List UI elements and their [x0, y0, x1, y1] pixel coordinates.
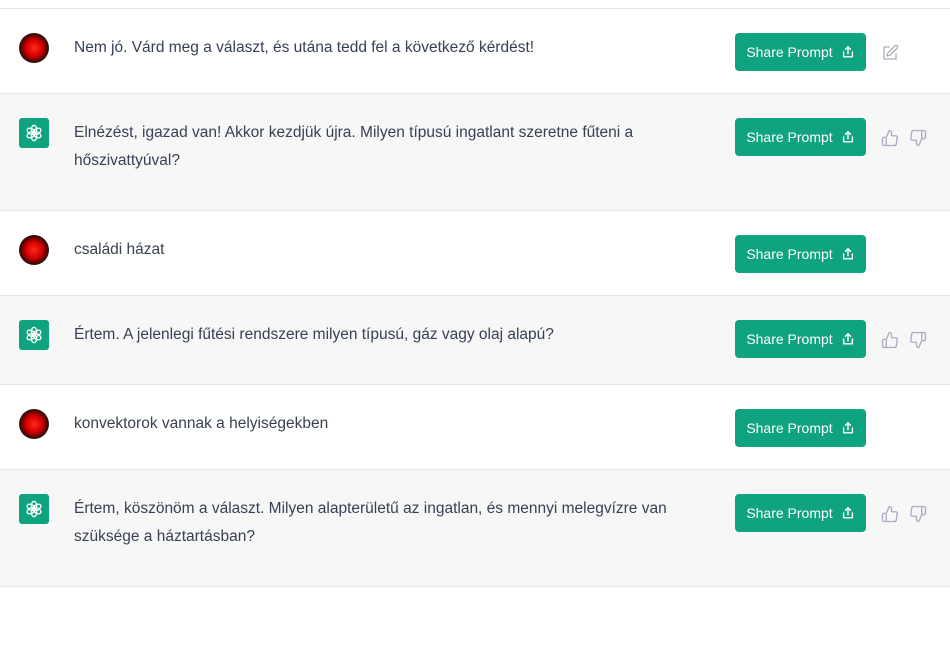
message-assistant: Értem, köszönöm a választ. Milyen alapte…: [0, 470, 950, 587]
thumbs-up-icon[interactable]: [881, 505, 899, 523]
message-user: Nem jó. Várd meg a választ, és utána ted…: [0, 9, 950, 94]
share-prompt-label: Share Prompt: [746, 505, 833, 521]
share-prompt-button[interactable]: Share Prompt: [735, 409, 866, 447]
chatgpt-avatar: [19, 494, 49, 524]
share-prompt-label: Share Prompt: [746, 129, 833, 145]
openai-logo-icon: [26, 326, 42, 344]
share-prompt-label: Share Prompt: [746, 331, 833, 347]
thumbs-up-icon[interactable]: [881, 129, 899, 147]
share-prompt-button[interactable]: Share Prompt: [735, 320, 866, 358]
message-user: családi házat Share Prompt: [0, 211, 950, 296]
openai-logo-icon: [26, 500, 42, 518]
thumbs-down-icon[interactable]: [909, 331, 927, 349]
share-prompt-button[interactable]: Share Prompt: [735, 235, 866, 273]
message-text: családi házat: [74, 241, 165, 258]
thumbs-up-icon[interactable]: [881, 331, 899, 349]
message-text: konvektorok vannak a helyiségekben: [74, 415, 329, 432]
edit-icon[interactable]: [881, 44, 899, 62]
user-avatar: [19, 409, 49, 439]
share-icon: [842, 248, 853, 260]
chatgpt-avatar: [19, 320, 49, 350]
message-assistant: Értem. A jelenlegi fűtési rendszere mily…: [0, 296, 950, 385]
message-user: konvektorok vannak a helyiségekben Share…: [0, 385, 950, 470]
message-text: Értem, köszönöm a választ. Milyen alapte…: [74, 500, 667, 545]
openai-logo-icon: [26, 124, 42, 142]
message-text: Elnézést, igazad van! Akkor kezdjük újra…: [74, 124, 634, 169]
share-icon: [842, 333, 853, 345]
user-avatar: [19, 235, 49, 265]
share-prompt-button[interactable]: Share Prompt: [735, 33, 866, 71]
share-icon: [842, 131, 853, 143]
thumbs-down-icon[interactable]: [909, 505, 927, 523]
share-icon: [842, 507, 853, 519]
chatgpt-avatar: [19, 118, 49, 148]
share-prompt-label: Share Prompt: [746, 420, 833, 436]
share-prompt-button[interactable]: Share Prompt: [735, 494, 866, 532]
message-text: Értem. A jelenlegi fűtési rendszere mily…: [74, 326, 554, 343]
share-prompt-button[interactable]: Share Prompt: [735, 118, 866, 156]
share-prompt-label: Share Prompt: [746, 246, 833, 262]
share-icon: [842, 46, 853, 58]
user-avatar: [19, 33, 49, 63]
message-assistant: Elnézést, igazad van! Akkor kezdjük újra…: [0, 94, 950, 211]
share-icon: [842, 422, 853, 434]
share-prompt-label: Share Prompt: [746, 44, 833, 60]
message-text: Nem jó. Várd meg a választ, és utána ted…: [74, 39, 535, 56]
thumbs-down-icon[interactable]: [909, 129, 927, 147]
